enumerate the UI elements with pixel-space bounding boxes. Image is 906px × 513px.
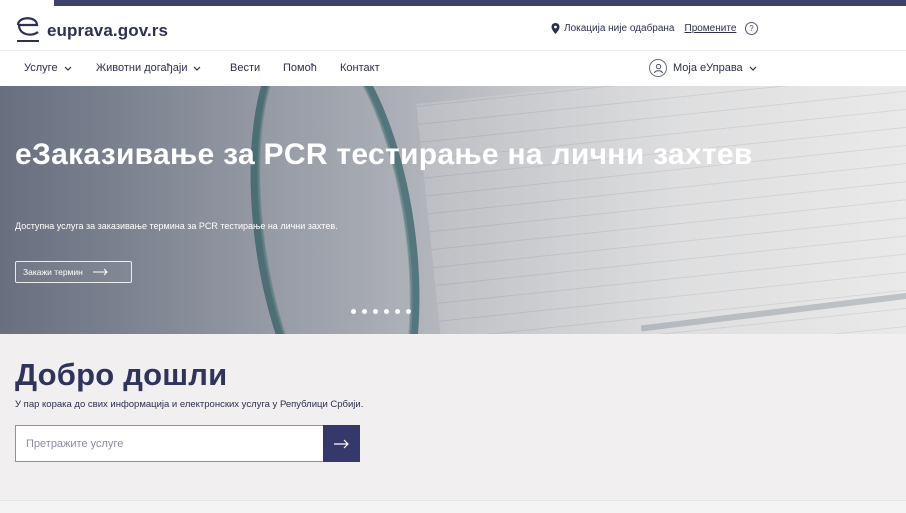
- arrow-right-icon: [92, 268, 108, 276]
- nav-item-label: Вести: [230, 62, 261, 74]
- chevron-down-icon: [64, 66, 71, 71]
- carousel-dot[interactable]: [373, 309, 378, 314]
- section-divider: [0, 500, 906, 513]
- account-label: Моја еУправа: [673, 62, 743, 74]
- nav-item-label: Услуге: [24, 62, 58, 74]
- nav-item-contact[interactable]: Контакт: [340, 62, 380, 74]
- nav-item-help[interactable]: Помоћ: [283, 62, 317, 74]
- carousel-dot[interactable]: [395, 309, 400, 314]
- nav-item-services[interactable]: Услуге: [24, 62, 72, 74]
- chevron-down-icon: [749, 66, 757, 71]
- help-icon[interactable]: ?: [745, 22, 758, 35]
- site-header: euprava.gov.rs Локација није одабрана Пр…: [0, 6, 906, 50]
- carousel-dot[interactable]: [384, 309, 389, 314]
- welcome-heading: Добро дошли: [15, 357, 228, 392]
- avatar: [649, 59, 667, 77]
- carousel-dot[interactable]: [351, 309, 356, 314]
- nav-item-label: Контакт: [340, 62, 380, 74]
- user-icon: [653, 63, 663, 73]
- hero-shade-overlay: [0, 86, 906, 334]
- location-status: Локација није одабрана: [564, 23, 675, 34]
- nav-item-life-events[interactable]: Животни догађаји: [96, 62, 201, 74]
- e-logo-icon[interactable]: [14, 10, 42, 44]
- search-submit-button[interactable]: [323, 425, 360, 462]
- chevron-down-icon: [194, 66, 201, 71]
- hero-title: еЗаказивање за PCR тестирање на лични за…: [15, 138, 753, 171]
- nav-item-label: Животни догађаји: [96, 62, 188, 74]
- carousel-dot[interactable]: [406, 309, 411, 314]
- welcome-subheading: У пар корака до свих информација и елект…: [15, 399, 364, 410]
- nav-item-news[interactable]: Вести: [230, 62, 260, 74]
- nav-item-label: Помоћ: [283, 62, 317, 74]
- arrow-right-icon: [333, 439, 349, 448]
- location-selector: Локација није одабрана Промените: [551, 23, 736, 34]
- main-navigation: Услуге Животни догађаји Вести Помоћ Конт…: [0, 50, 906, 86]
- hero-carousel: еЗаказивање за PCR тестирање на лични за…: [0, 86, 906, 334]
- book-appointment-label: Закажи термин: [23, 267, 83, 277]
- my-account-menu[interactable]: Моја еУправа: [649, 59, 757, 77]
- site-logo-text[interactable]: euprava.gov.rs: [47, 21, 168, 41]
- hero-subtitle: Доступна услуга за заказивање термина за…: [15, 221, 338, 231]
- service-search-input[interactable]: [15, 425, 324, 462]
- book-appointment-button[interactable]: Закажи термин: [15, 261, 132, 283]
- carousel-dots: [351, 309, 411, 314]
- carousel-dot[interactable]: [362, 309, 367, 314]
- location-pin-icon: [551, 23, 560, 34]
- change-location-link[interactable]: Промените: [685, 23, 737, 34]
